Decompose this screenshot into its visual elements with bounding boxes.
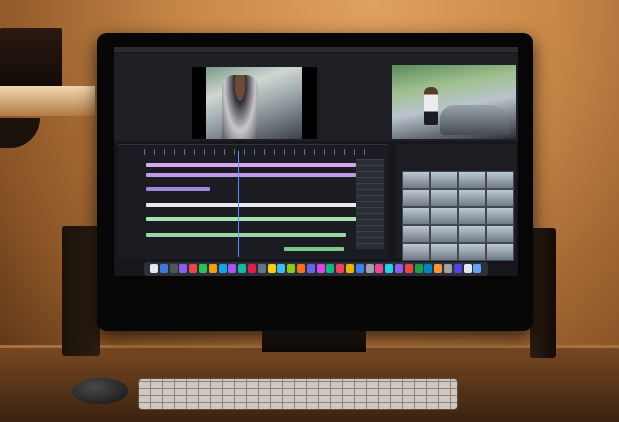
timeline-track-clip[interactable] (146, 233, 346, 237)
timeline-track-clip[interactable] (146, 203, 364, 207)
media-thumbnail[interactable] (430, 207, 458, 225)
wall-shelf (0, 86, 95, 116)
speaker-left (62, 226, 100, 356)
screen-video-editor[interactable] (114, 47, 518, 276)
media-thumbnail[interactable] (486, 225, 514, 243)
dock-icon[interactable] (228, 264, 237, 273)
timeline-panel[interactable] (118, 144, 388, 259)
keyboard-icon[interactable] (138, 378, 458, 410)
audio-meters (356, 159, 384, 249)
car-in-video (440, 105, 510, 135)
dock-icon[interactable] (179, 264, 188, 273)
dock-icon[interactable] (277, 264, 286, 273)
dock-icon[interactable] (159, 264, 168, 273)
media-thumbnail[interactable] (430, 225, 458, 243)
dock-icon[interactable] (346, 264, 354, 273)
media-thumbnail[interactable] (402, 243, 430, 261)
dock-icon[interactable] (287, 264, 296, 273)
dock-icon[interactable] (306, 264, 315, 273)
dock-icon[interactable] (355, 264, 364, 273)
dock-icon[interactable] (238, 264, 247, 273)
dock-icon[interactable] (267, 264, 276, 273)
media-thumbnail[interactable] (486, 189, 514, 207)
menu-bar[interactable] (114, 47, 518, 52)
dock-icon[interactable] (316, 264, 325, 273)
dock-icon[interactable] (189, 264, 198, 273)
media-thumbnail[interactable] (430, 189, 458, 207)
dock-icon[interactable] (414, 264, 423, 273)
monitor-chin (97, 280, 533, 330)
person-standing-in-video (424, 87, 438, 125)
speaker-right (530, 228, 556, 358)
dock-icon[interactable] (297, 264, 305, 273)
dock-icon[interactable] (208, 264, 217, 273)
media-thumbnail[interactable] (402, 225, 430, 243)
dock-icon[interactable] (257, 264, 266, 273)
dock-icon[interactable] (444, 264, 452, 273)
dock-icon[interactable] (395, 264, 403, 273)
media-thumbnail[interactable] (458, 225, 486, 243)
dock-icon[interactable] (199, 264, 207, 273)
dock-icon[interactable] (248, 264, 256, 273)
media-thumbnail[interactable] (402, 189, 430, 207)
dock-icon[interactable] (326, 264, 335, 273)
media-thumbnail[interactable] (458, 189, 486, 207)
dock-icon[interactable] (434, 264, 443, 273)
dock-icon[interactable] (150, 264, 158, 273)
dock-icon[interactable] (218, 264, 227, 273)
media-thumbnail[interactable] (458, 243, 486, 261)
dock-icon[interactable] (453, 264, 462, 273)
dock-icon[interactable] (385, 264, 394, 273)
timeline-track-clip[interactable] (146, 173, 356, 177)
media-thumbnail[interactable] (458, 171, 486, 189)
timeline-ruler[interactable] (144, 149, 374, 155)
dock-icon[interactable] (424, 264, 433, 273)
dock-icon[interactable] (169, 264, 178, 273)
media-thumbnail[interactable] (402, 171, 430, 189)
media-thumbnail[interactable] (402, 207, 430, 225)
timeline-track-clip[interactable] (146, 187, 210, 191)
dock-icon[interactable] (336, 264, 345, 273)
dock-icon[interactable] (463, 264, 472, 273)
dock-icon[interactable] (404, 264, 413, 273)
wall-shelf-speaker (0, 28, 62, 88)
media-thumbnail[interactable] (430, 171, 458, 189)
computer-mouse-icon[interactable] (72, 378, 128, 404)
media-thumbnail[interactable] (486, 171, 514, 189)
monitor-stand (262, 330, 366, 352)
timeline-track-clip[interactable] (284, 247, 344, 251)
media-thumbnail[interactable] (486, 243, 514, 261)
person-in-video (222, 75, 258, 139)
playhead[interactable] (238, 151, 239, 257)
timeline-track-clip[interactable] (146, 217, 366, 221)
dock-icon[interactable] (473, 264, 482, 273)
dock-icon[interactable] (375, 264, 384, 273)
timeline-track-clip[interactable] (146, 163, 356, 167)
media-thumbnail[interactable] (458, 207, 486, 225)
dock-icon[interactable] (365, 264, 374, 273)
media-thumbnail[interactable] (486, 207, 514, 225)
shelf-bracket (0, 118, 40, 148)
media-thumbnail[interactable] (430, 243, 458, 261)
